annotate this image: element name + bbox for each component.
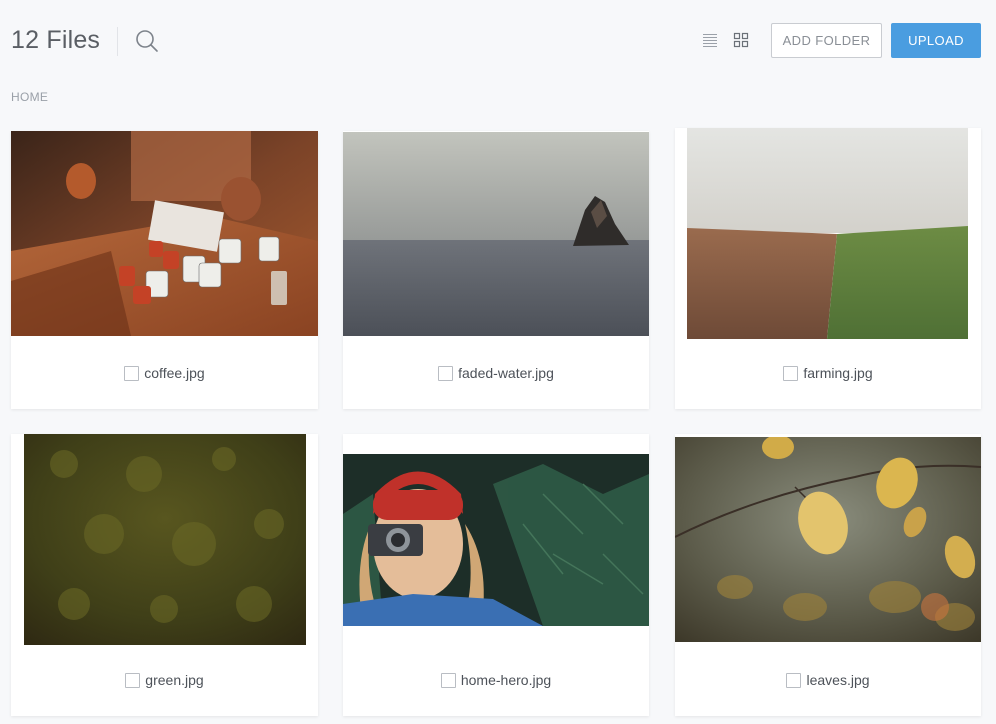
file-caption: farming.jpg: [675, 361, 981, 385]
file-card[interactable]: leaves.jpg: [675, 434, 981, 716]
list-view-icon[interactable]: [702, 32, 718, 48]
file-caption: green.jpg: [11, 668, 318, 692]
top-bar: 12 Files ADD FOLDER UPLOAD: [0, 0, 996, 80]
select-checkbox[interactable]: [783, 365, 799, 381]
file-card[interactable]: green.jpg: [11, 434, 318, 716]
file-caption: leaves.jpg: [675, 668, 981, 692]
select-checkbox[interactable]: [124, 365, 140, 381]
file-card[interactable]: farming.jpg: [675, 128, 981, 409]
file-card[interactable]: home-hero.jpg: [343, 434, 649, 716]
upload-button[interactable]: UPLOAD: [891, 23, 981, 58]
file-card[interactable]: coffee.jpg: [11, 131, 318, 409]
breadcrumb-home[interactable]: HOME: [11, 90, 48, 104]
file-name: home-hero.jpg: [460, 672, 552, 688]
file-name: farming.jpg: [803, 365, 873, 381]
select-checkbox[interactable]: [786, 672, 802, 688]
file-thumbnail[interactable]: [11, 131, 318, 336]
file-thumbnail[interactable]: [675, 437, 981, 642]
file-thumbnail[interactable]: [343, 454, 649, 626]
file-caption: faded-water.jpg: [343, 361, 649, 385]
file-thumbnail[interactable]: [343, 132, 649, 336]
file-name: leaves.jpg: [806, 672, 870, 688]
file-caption: home-hero.jpg: [343, 668, 649, 692]
add-folder-button[interactable]: ADD FOLDER: [771, 23, 882, 58]
grid-view-icon[interactable]: [733, 32, 749, 48]
file-thumbnail[interactable]: [687, 128, 968, 339]
file-name: coffee.jpg: [144, 365, 205, 381]
select-checkbox[interactable]: [440, 672, 456, 688]
select-checkbox[interactable]: [125, 672, 141, 688]
file-card[interactable]: faded-water.jpg: [343, 131, 649, 409]
file-name: green.jpg: [145, 672, 204, 688]
file-thumbnail[interactable]: [24, 434, 306, 645]
search-icon[interactable]: [135, 29, 159, 53]
file-name: faded-water.jpg: [458, 365, 554, 381]
select-checkbox[interactable]: [438, 365, 454, 381]
file-caption: coffee.jpg: [11, 361, 318, 385]
header-divider: [117, 27, 118, 56]
file-count-title: 12 Files: [11, 26, 101, 54]
